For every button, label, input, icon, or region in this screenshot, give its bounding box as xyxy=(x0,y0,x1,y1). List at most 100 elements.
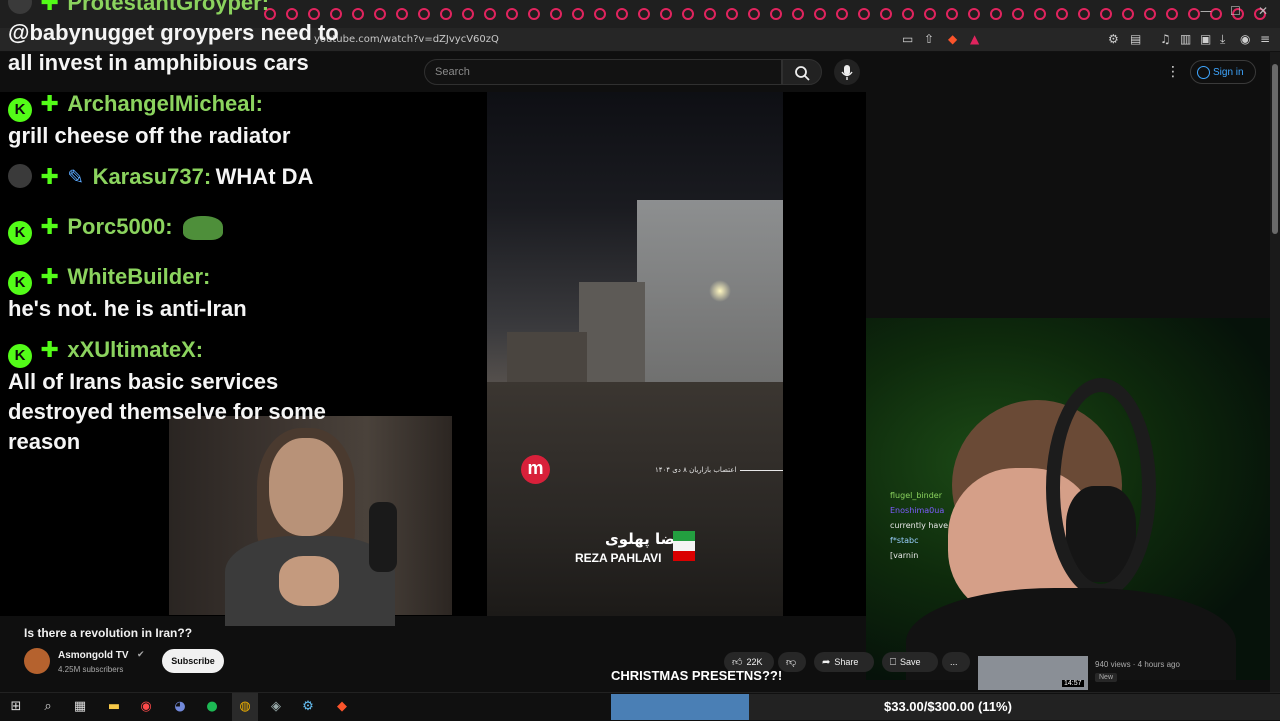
browser-tab-favicon[interactable] xyxy=(506,8,518,20)
browser-tab-favicon[interactable] xyxy=(946,8,958,20)
chat-message: he's not. he is anti-Iran xyxy=(8,296,247,322)
more-label: ... xyxy=(950,657,958,667)
browser-tab-favicon[interactable] xyxy=(286,8,298,20)
file-explorer-icon[interactable]: ▬ xyxy=(106,699,122,715)
steam-icon[interactable]: ⚙ xyxy=(300,699,316,715)
browser-tab-favicon[interactable] xyxy=(968,8,980,20)
browser-tab-favicon[interactable] xyxy=(616,8,628,20)
browser-tab-favicon[interactable] xyxy=(704,8,716,20)
browser-tab-favicon[interactable] xyxy=(836,8,848,20)
browser-tab-favicon[interactable] xyxy=(770,8,782,20)
search-input[interactable]: Search xyxy=(424,59,782,85)
cast-icon[interactable]: ▭ xyxy=(902,32,913,46)
browser-tab-favicon[interactable] xyxy=(550,8,562,20)
windows-start-icon[interactable]: ⊞ xyxy=(8,699,24,715)
browser-tab-favicon[interactable] xyxy=(594,8,606,20)
search-icon[interactable]: ⌕ xyxy=(40,699,56,715)
page-scrollbar[interactable] xyxy=(1270,52,1280,692)
browser-tab-favicon[interactable] xyxy=(1034,8,1046,20)
browser-tab-favicon[interactable] xyxy=(814,8,826,20)
more-actions-button[interactable]: ... xyxy=(942,652,970,672)
browser-tab-favicon[interactable] xyxy=(792,8,804,20)
browser-tab-favicon[interactable] xyxy=(902,8,914,20)
task-view-icon[interactable]: ▦ xyxy=(72,699,88,715)
save-button[interactable]: ⎕ Save xyxy=(882,652,938,672)
subscribe-button[interactable]: Subscribe xyxy=(162,649,224,673)
search-button[interactable] xyxy=(782,59,822,85)
user-avatar-badge xyxy=(8,0,32,14)
browser-tab-favicon[interactable] xyxy=(1166,8,1178,20)
chat-message: K ✚ Porc5000: xyxy=(8,214,223,245)
maximize-icon[interactable]: ☐ xyxy=(1230,4,1241,18)
more-options-icon[interactable]: ⋮ xyxy=(1166,64,1180,80)
channel-avatar[interactable] xyxy=(24,648,50,674)
browser-tab-favicon[interactable] xyxy=(374,8,386,20)
extensions-icon[interactable]: ⚙ xyxy=(1108,32,1119,46)
reader-icon[interactable]: ▥ xyxy=(1180,32,1191,46)
browser-tab-favicon[interactable] xyxy=(748,8,760,20)
browser-tab-favicon[interactable] xyxy=(858,8,870,20)
dislike-button[interactable]: 👎︎ xyxy=(778,652,806,672)
browser-tab-favicon[interactable] xyxy=(1056,8,1068,20)
discord-icon[interactable]: ◕ xyxy=(172,699,188,715)
browser-tab-favicon[interactable] xyxy=(462,8,474,20)
browser-tab-favicon[interactable] xyxy=(528,8,540,20)
browser-tab-favicon[interactable] xyxy=(440,8,452,20)
browser-tab-favicon[interactable] xyxy=(1122,8,1134,20)
browser-tab-favicon[interactable] xyxy=(1012,8,1024,20)
sidebar-icon[interactable]: ▤ xyxy=(1130,32,1141,46)
browser-tab-favicon[interactable] xyxy=(1144,8,1156,20)
browser-tab-favicon[interactable] xyxy=(352,8,364,20)
url-text[interactable]: youtube.com/watch?v=dZJvycV60zQ xyxy=(314,34,499,45)
browser-tab-favicon[interactable] xyxy=(330,8,342,20)
obs-icon[interactable]: ◉ xyxy=(138,699,154,715)
vpn-icon[interactable]: ◉ xyxy=(1240,32,1250,46)
music-icon[interactable]: ♫ xyxy=(1160,32,1171,46)
minimize-icon[interactable]: — xyxy=(1200,4,1212,18)
mini-chat-line: [varnin xyxy=(890,551,919,560)
browser-tab-favicon[interactable] xyxy=(1078,8,1090,20)
browser-tab-favicon[interactable] xyxy=(660,8,672,20)
sign-in-label: Sign in xyxy=(1213,67,1244,78)
close-icon[interactable]: ✕ xyxy=(1258,4,1268,18)
sign-in-button[interactable]: Sign in xyxy=(1190,60,1256,84)
gift-badge-icon: ✚ xyxy=(40,92,59,117)
voice-search-button[interactable] xyxy=(834,59,860,85)
browser-tab-favicon[interactable] xyxy=(572,8,584,20)
browser-tab-favicon[interactable] xyxy=(1188,8,1200,20)
gift-badge-icon: ✚ xyxy=(40,215,59,240)
verified-icon: ✔ xyxy=(137,650,145,660)
chat-message: @babynugget groypers need to xyxy=(8,20,339,46)
share-button[interactable]: ➦ Share xyxy=(814,652,874,672)
app-icon[interactable]: ◈ xyxy=(268,699,284,715)
browser-tab-favicon[interactable] xyxy=(880,8,892,20)
chat-text: All of Irans basic services xyxy=(8,369,279,394)
share-label: Share xyxy=(834,657,859,667)
browser-tab-favicon[interactable] xyxy=(924,8,936,20)
brave-shield-icon[interactable]: ◆ xyxy=(948,32,957,46)
browser-tab-favicon[interactable] xyxy=(726,8,738,20)
spotify-icon[interactable]: ● xyxy=(204,699,220,715)
chrome-icon[interactable]: ◍ xyxy=(237,699,253,715)
scrollbar-thumb[interactable] xyxy=(1272,64,1278,234)
browser-tab-favicon[interactable] xyxy=(484,8,496,20)
share-page-icon[interactable]: ⇧ xyxy=(924,32,934,46)
brave-rewards-icon[interactable]: ▲ xyxy=(970,32,979,46)
chat-message: all invest in amphibious cars xyxy=(8,50,309,76)
browser-tab-favicon[interactable] xyxy=(638,8,650,20)
browser-tab-favicon[interactable] xyxy=(682,8,694,20)
browser-tab-favicon[interactable] xyxy=(308,8,320,20)
microphone-icon xyxy=(841,65,853,80)
menu-icon[interactable]: ≡ xyxy=(1260,32,1270,46)
browser-tab-favicon[interactable] xyxy=(990,8,1002,20)
kick-badge-icon: K xyxy=(8,98,32,122)
wallet-icon[interactable]: ▣ xyxy=(1200,32,1211,46)
street-lamp xyxy=(709,280,731,302)
download-icon[interactable]: ⤓ xyxy=(1220,32,1225,47)
browser-tab-favicon[interactable] xyxy=(396,8,408,20)
brave-icon[interactable]: ◆ xyxy=(334,699,350,715)
channel-name[interactable]: Asmongold TV xyxy=(58,650,129,661)
browser-tab-favicon[interactable] xyxy=(1100,8,1112,20)
browser-tab-favicon[interactable] xyxy=(418,8,430,20)
chat-message: K ✚ WhiteBuilder: xyxy=(8,264,210,295)
